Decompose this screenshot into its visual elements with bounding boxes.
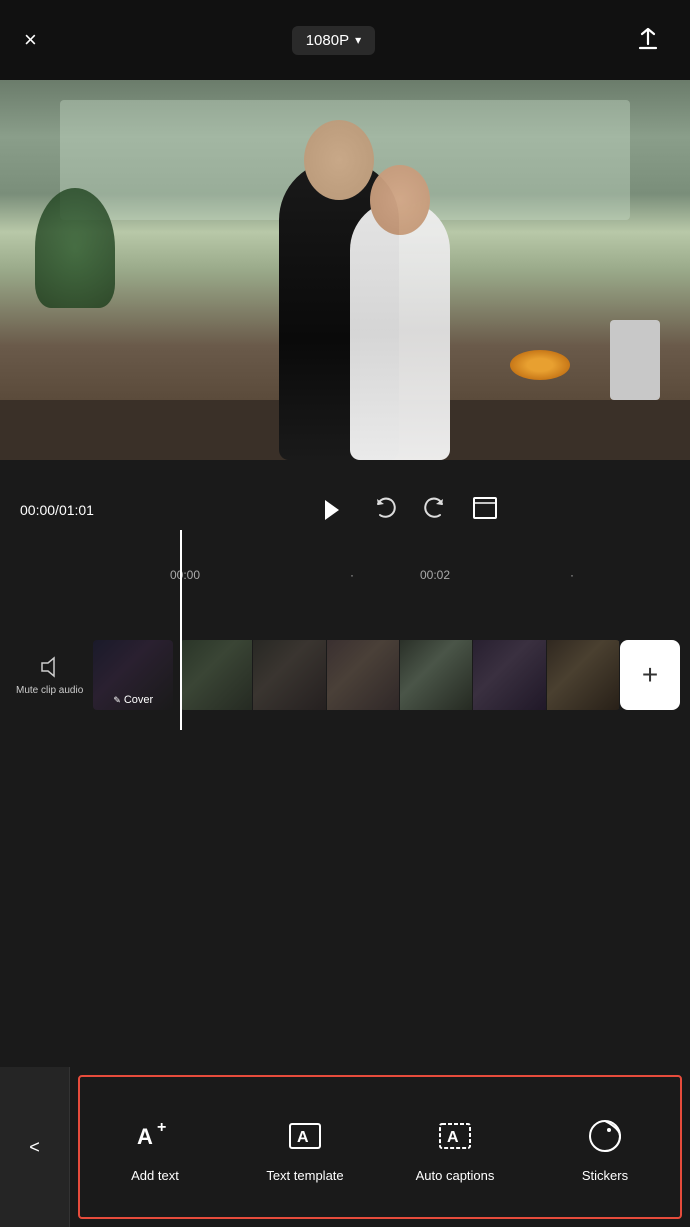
text-template-icon-wrap: A (281, 1112, 329, 1160)
back-button[interactable]: < (0, 1067, 70, 1227)
fullscreen-icon (472, 496, 498, 520)
total-time: 01:01 (59, 502, 94, 518)
chevron-down-icon: ▾ (355, 33, 361, 47)
quality-label: 1080P (306, 32, 349, 49)
playback-controls-area: 00:00/01:01 (0, 460, 690, 560)
frame-6 (547, 640, 620, 710)
add-text-label: Add text (131, 1168, 179, 1183)
ruler-label-2: 00:02 (420, 568, 450, 582)
close-button[interactable]: × (24, 29, 37, 51)
stickers-icon (585, 1116, 625, 1156)
play-triangle-icon (325, 500, 339, 520)
svg-text:+: + (157, 1119, 166, 1136)
plant-decoration (35, 188, 115, 308)
tool-text-template[interactable]: A Text template (255, 1112, 355, 1183)
undo-button[interactable] (372, 494, 398, 526)
auto-captions-label: Auto captions (416, 1168, 495, 1183)
timeline-ruler: 00:00 · 00:02 · (0, 560, 690, 590)
ruler-label-dot2: · (570, 568, 574, 582)
video-strip-frames (180, 640, 620, 710)
frame-5 (473, 640, 546, 710)
video-scene (0, 80, 690, 460)
playhead (180, 530, 182, 730)
redo-icon (422, 494, 448, 520)
add-clip-button[interactable]: + (620, 640, 680, 710)
undo-icon (372, 494, 398, 520)
video-preview (0, 80, 690, 460)
svg-text:A: A (297, 1129, 309, 1146)
timeline-area: 00:00 · 00:02 · Mute clip audio ✎ Cover (0, 560, 690, 760)
frame-2 (253, 640, 326, 710)
auto-captions-icon: A (435, 1116, 475, 1156)
stickers-icon-wrap (581, 1112, 629, 1160)
add-text-icon: A + (135, 1116, 175, 1156)
frame-4 (400, 640, 473, 710)
quality-selector[interactable]: 1080P ▾ (292, 26, 375, 55)
auto-captions-icon-wrap: A (431, 1112, 479, 1160)
export-button[interactable] (630, 22, 666, 58)
add-text-icon-wrap: A + (131, 1112, 179, 1160)
cover-thumbnail[interactable]: ✎ Cover (93, 640, 173, 710)
cover-text: Cover (124, 694, 153, 706)
tool-add-text[interactable]: A + Add text (105, 1112, 205, 1183)
fruit-bowl (510, 350, 570, 380)
cover-label: ✎ Cover (93, 694, 173, 706)
text-template-label: Text template (266, 1168, 343, 1183)
figure-female (350, 200, 450, 460)
mute-button[interactable]: Mute clip audio (16, 653, 83, 697)
timeline-tracks: Mute clip audio ✎ Cover (0, 590, 690, 760)
svg-text:A: A (447, 1129, 459, 1146)
redo-button[interactable] (422, 494, 448, 526)
frame-3 (327, 640, 400, 710)
track-left-controls: Mute clip audio ✎ Cover (0, 640, 180, 710)
toolbar-tools: A + Add text A Text template A (78, 1075, 682, 1219)
appliance (610, 320, 660, 400)
play-button[interactable] (312, 492, 348, 528)
mute-icon (36, 653, 64, 681)
current-time: 00:00 (20, 502, 55, 518)
upload-icon (634, 26, 662, 54)
header: × 1080P ▾ (0, 0, 690, 80)
bottom-toolbar: < A + Add text A Text template (0, 1067, 690, 1227)
fullscreen-button[interactable] (472, 496, 498, 525)
svg-text:A: A (137, 1124, 153, 1149)
video-strip (180, 640, 620, 710)
mute-label: Mute clip audio (16, 685, 83, 697)
text-template-icon: A (285, 1116, 325, 1156)
back-arrow-icon: < (29, 1137, 40, 1158)
playback-buttons (140, 492, 670, 528)
stickers-label: Stickers (582, 1168, 628, 1183)
ruler-label-dot1: · (350, 568, 354, 582)
time-display: 00:00/01:01 (20, 502, 120, 518)
tool-auto-captions[interactable]: A Auto captions (405, 1112, 505, 1183)
frame-1 (180, 640, 253, 710)
cover-edit-icon: ✎ (113, 695, 121, 706)
tool-stickers[interactable]: Stickers (555, 1112, 655, 1183)
ruler-label-0: 00:00 (170, 568, 200, 582)
